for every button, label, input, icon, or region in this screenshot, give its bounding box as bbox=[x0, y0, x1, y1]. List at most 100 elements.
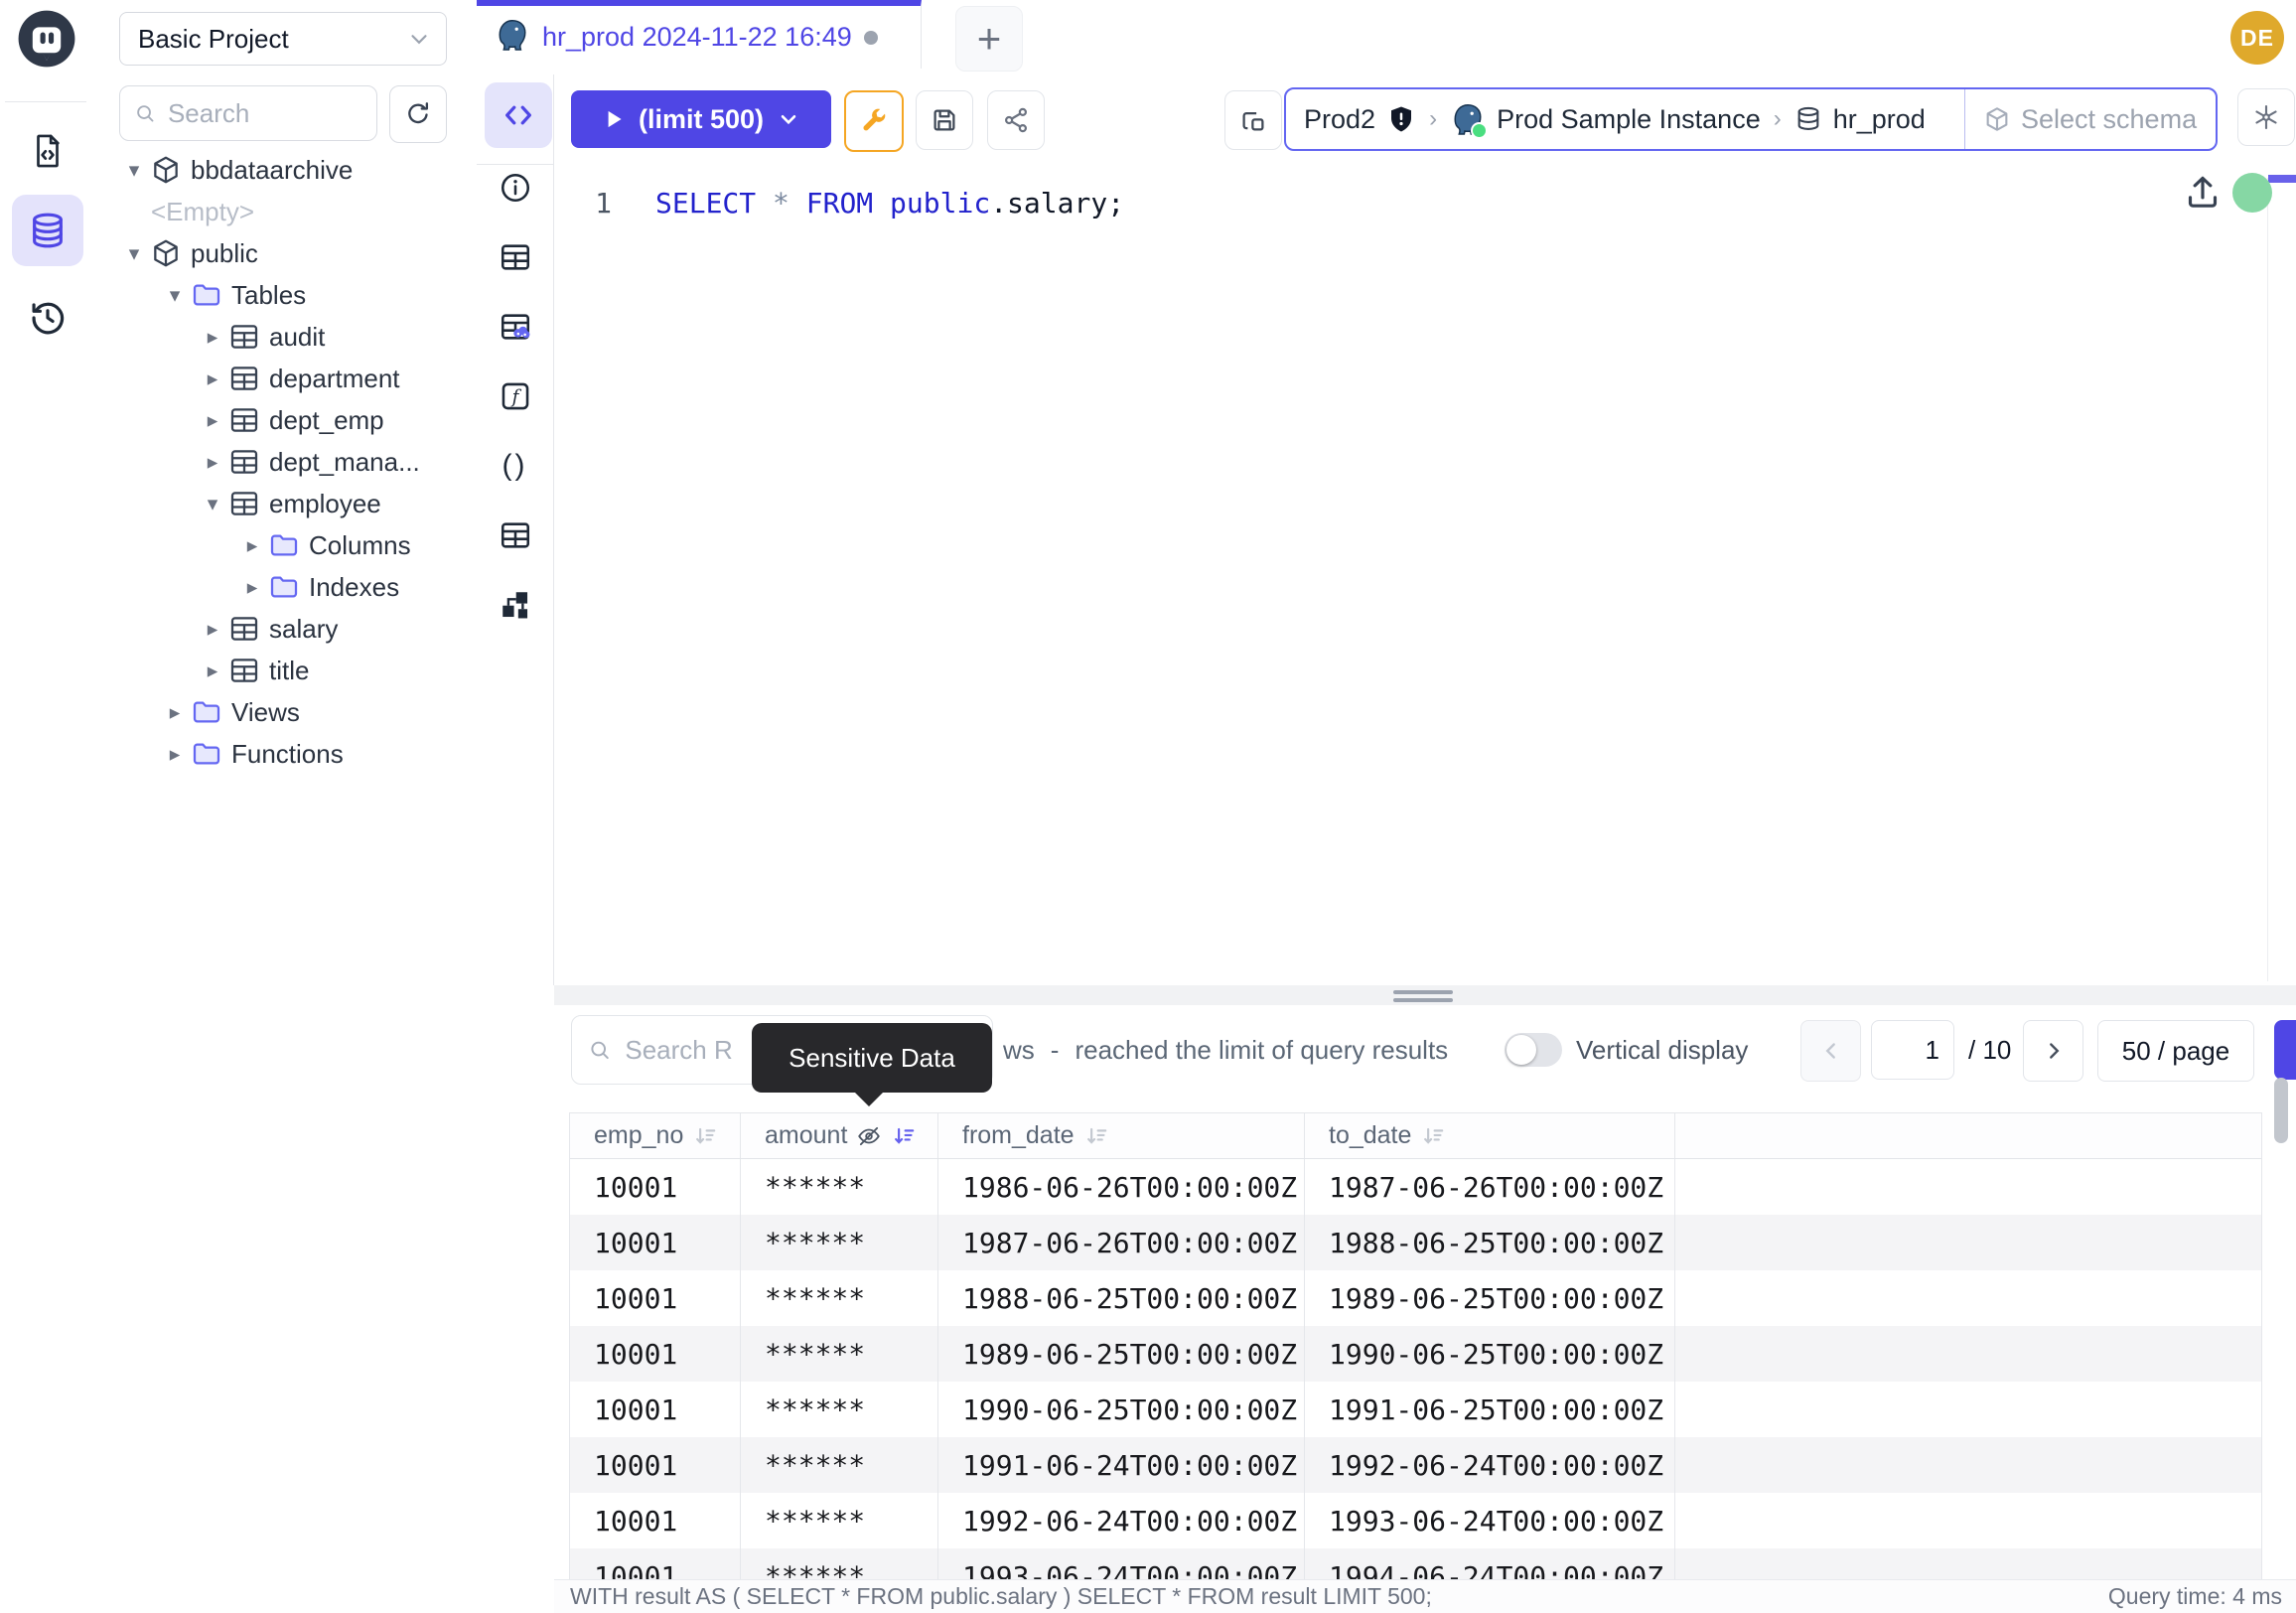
caret-right-icon[interactable]: ▸ bbox=[239, 533, 265, 558]
table-cell[interactable]: 1992-06-24T00:00:00Z bbox=[1305, 1437, 1675, 1493]
vertical-display-toggle[interactable] bbox=[1505, 1033, 1562, 1067]
schema-diagram-icon[interactable] bbox=[494, 583, 537, 627]
table-cell[interactable]: 10001 bbox=[570, 1159, 741, 1215]
eye-off-icon[interactable] bbox=[856, 1123, 882, 1149]
sort-icon[interactable] bbox=[692, 1123, 718, 1149]
procedure-icon[interactable]: () bbox=[494, 444, 537, 488]
sidebar-search-input[interactable] bbox=[166, 97, 362, 130]
share-button[interactable] bbox=[987, 90, 1045, 150]
table-cell[interactable]: ****** bbox=[741, 1382, 938, 1437]
history-icon[interactable] bbox=[12, 282, 83, 354]
refresh-schema-button[interactable] bbox=[389, 85, 447, 143]
column-header-amount[interactable]: amount bbox=[741, 1113, 938, 1158]
avatar[interactable]: DE bbox=[2230, 11, 2284, 65]
bytebase-logo[interactable] bbox=[16, 8, 77, 70]
code-view-toggle[interactable] bbox=[485, 82, 552, 148]
tab-hr-prod[interactable]: hr_prod 2024-11-22 16:49 bbox=[477, 0, 922, 69]
worksheet-icon[interactable] bbox=[12, 115, 83, 187]
connection-breadcrumb[interactable]: Prod2 › Prod Sample Instance › hr_prod S… bbox=[1284, 87, 2218, 151]
caret-right-icon[interactable]: ▸ bbox=[200, 408, 225, 433]
external-table-icon[interactable] bbox=[494, 513, 537, 557]
function-icon[interactable]: f bbox=[494, 374, 537, 418]
table-cell[interactable]: 1989-06-25T00:00:00Z bbox=[1305, 1270, 1675, 1326]
table-cell[interactable]: 1993-06-24T00:00:00Z bbox=[1305, 1493, 1675, 1548]
tree-item-indexes[interactable]: ▸Indexes bbox=[95, 566, 462, 608]
tree-item-department[interactable]: ▸department bbox=[95, 358, 462, 399]
table-cell[interactable]: 1988-06-25T00:00:00Z bbox=[1305, 1215, 1675, 1270]
column-header-to_date[interactable]: to_date bbox=[1305, 1113, 1675, 1158]
table-cell[interactable]: 1988-06-25T00:00:00Z bbox=[938, 1270, 1305, 1326]
caret-right-icon[interactable]: ▸ bbox=[200, 325, 225, 350]
table-cell[interactable]: 10001 bbox=[570, 1548, 741, 1579]
caret-down-icon[interactable]: ▾ bbox=[200, 492, 225, 516]
new-tab-button[interactable]: + bbox=[955, 6, 1023, 72]
tree-item-dept-mana[interactable]: ▸dept_mana... bbox=[95, 441, 462, 483]
info-icon[interactable] bbox=[494, 166, 537, 210]
sort-icon[interactable] bbox=[891, 1123, 917, 1149]
table-cell[interactable]: 10001 bbox=[570, 1326, 741, 1382]
table-cell[interactable]: 1994-06-24T00:00:00Z bbox=[1305, 1548, 1675, 1579]
table-cell[interactable]: ****** bbox=[741, 1437, 938, 1493]
tree-item-functions[interactable]: ▸Functions bbox=[95, 733, 462, 775]
table-cell[interactable]: ****** bbox=[741, 1270, 938, 1326]
caret-right-icon[interactable]: ▸ bbox=[200, 659, 225, 683]
caret-right-icon[interactable]: ▸ bbox=[200, 617, 225, 642]
caret-right-icon[interactable]: ▸ bbox=[200, 450, 225, 475]
tree-item-salary[interactable]: ▸salary bbox=[95, 608, 462, 650]
sort-icon[interactable] bbox=[1420, 1123, 1446, 1149]
export-button[interactable] bbox=[2274, 1020, 2296, 1080]
caret-down-icon[interactable]: ▾ bbox=[121, 241, 147, 266]
table-cell[interactable]: 1990-06-25T00:00:00Z bbox=[1305, 1326, 1675, 1382]
tree-item-columns[interactable]: ▸Columns bbox=[95, 524, 462, 566]
copy-connection-button[interactable] bbox=[1224, 90, 1282, 150]
table-cell[interactable]: 1991-06-24T00:00:00Z bbox=[938, 1437, 1305, 1493]
caret-right-icon[interactable]: ▸ bbox=[200, 367, 225, 391]
resize-handle[interactable] bbox=[1393, 990, 1453, 1006]
save-button[interactable] bbox=[916, 90, 973, 150]
tree-item-employee[interactable]: ▾employee bbox=[95, 483, 462, 524]
format-sql-button[interactable] bbox=[844, 90, 904, 152]
caret-right-icon[interactable]: ▸ bbox=[239, 575, 265, 600]
table-cell[interactable]: 1987-06-26T00:00:00Z bbox=[938, 1215, 1305, 1270]
tree-item-views[interactable]: ▸Views bbox=[95, 691, 462, 733]
run-query-button[interactable]: (limit 500) bbox=[571, 90, 831, 148]
caret-down-icon[interactable]: ▾ bbox=[162, 283, 188, 308]
sort-icon[interactable] bbox=[1083, 1123, 1109, 1149]
table-cell[interactable]: ****** bbox=[741, 1159, 938, 1215]
table-cell[interactable]: 10001 bbox=[570, 1215, 741, 1270]
sensitive-data-config-icon[interactable] bbox=[494, 305, 537, 349]
ai-assistant-button[interactable] bbox=[2237, 88, 2295, 146]
tree-item-tables[interactable]: ▾Tables bbox=[95, 274, 462, 316]
caret-right-icon[interactable]: ▸ bbox=[162, 700, 188, 725]
prev-page-button[interactable] bbox=[1800, 1020, 1861, 1082]
sql-editor[interactable]: 1 SELECT * FROM public.salary; bbox=[554, 164, 2296, 985]
table-cell[interactable]: ****** bbox=[741, 1326, 938, 1382]
table-cell[interactable]: 10001 bbox=[570, 1382, 741, 1437]
environment-segment[interactable]: Prod2 › Prod Sample Instance › hr_prod bbox=[1286, 101, 1943, 137]
page-number-input[interactable] bbox=[1871, 1020, 1954, 1080]
next-page-button[interactable] bbox=[2023, 1020, 2083, 1082]
table-cell[interactable]: ****** bbox=[741, 1548, 938, 1579]
table-cell[interactable]: ****** bbox=[741, 1493, 938, 1548]
project-selector[interactable]: Basic Project bbox=[119, 12, 447, 66]
tree-item-bbdataarchive[interactable]: ▾bbdataarchive bbox=[95, 149, 462, 191]
table-cell[interactable]: 1990-06-25T00:00:00Z bbox=[938, 1382, 1305, 1437]
table-cell[interactable]: 10001 bbox=[570, 1437, 741, 1493]
database-panel-icon[interactable] bbox=[12, 195, 83, 266]
column-header-emp_no[interactable]: emp_no bbox=[570, 1113, 741, 1158]
table-cell[interactable]: 1989-06-25T00:00:00Z bbox=[938, 1326, 1305, 1382]
table-cell[interactable]: ****** bbox=[741, 1215, 938, 1270]
chevron-down-icon[interactable] bbox=[776, 106, 801, 132]
upload-sql-icon[interactable] bbox=[2183, 172, 2223, 212]
tree-item-public[interactable]: ▾public bbox=[95, 232, 462, 274]
tree-item-dept-emp[interactable]: ▸dept_emp bbox=[95, 399, 462, 441]
page-size-selector[interactable]: 50 / page bbox=[2097, 1020, 2254, 1082]
caret-down-icon[interactable]: ▾ bbox=[121, 158, 147, 183]
table-cell[interactable]: 1991-06-25T00:00:00Z bbox=[1305, 1382, 1675, 1437]
tree-item-title[interactable]: ▸title bbox=[95, 650, 462, 691]
table-panel-icon[interactable] bbox=[494, 235, 537, 279]
table-cell[interactable]: 1986-06-26T00:00:00Z bbox=[938, 1159, 1305, 1215]
select-schema[interactable]: Select schema bbox=[1965, 104, 2216, 135]
table-cell[interactable]: 10001 bbox=[570, 1270, 741, 1326]
column-header-from_date[interactable]: from_date bbox=[938, 1113, 1305, 1158]
